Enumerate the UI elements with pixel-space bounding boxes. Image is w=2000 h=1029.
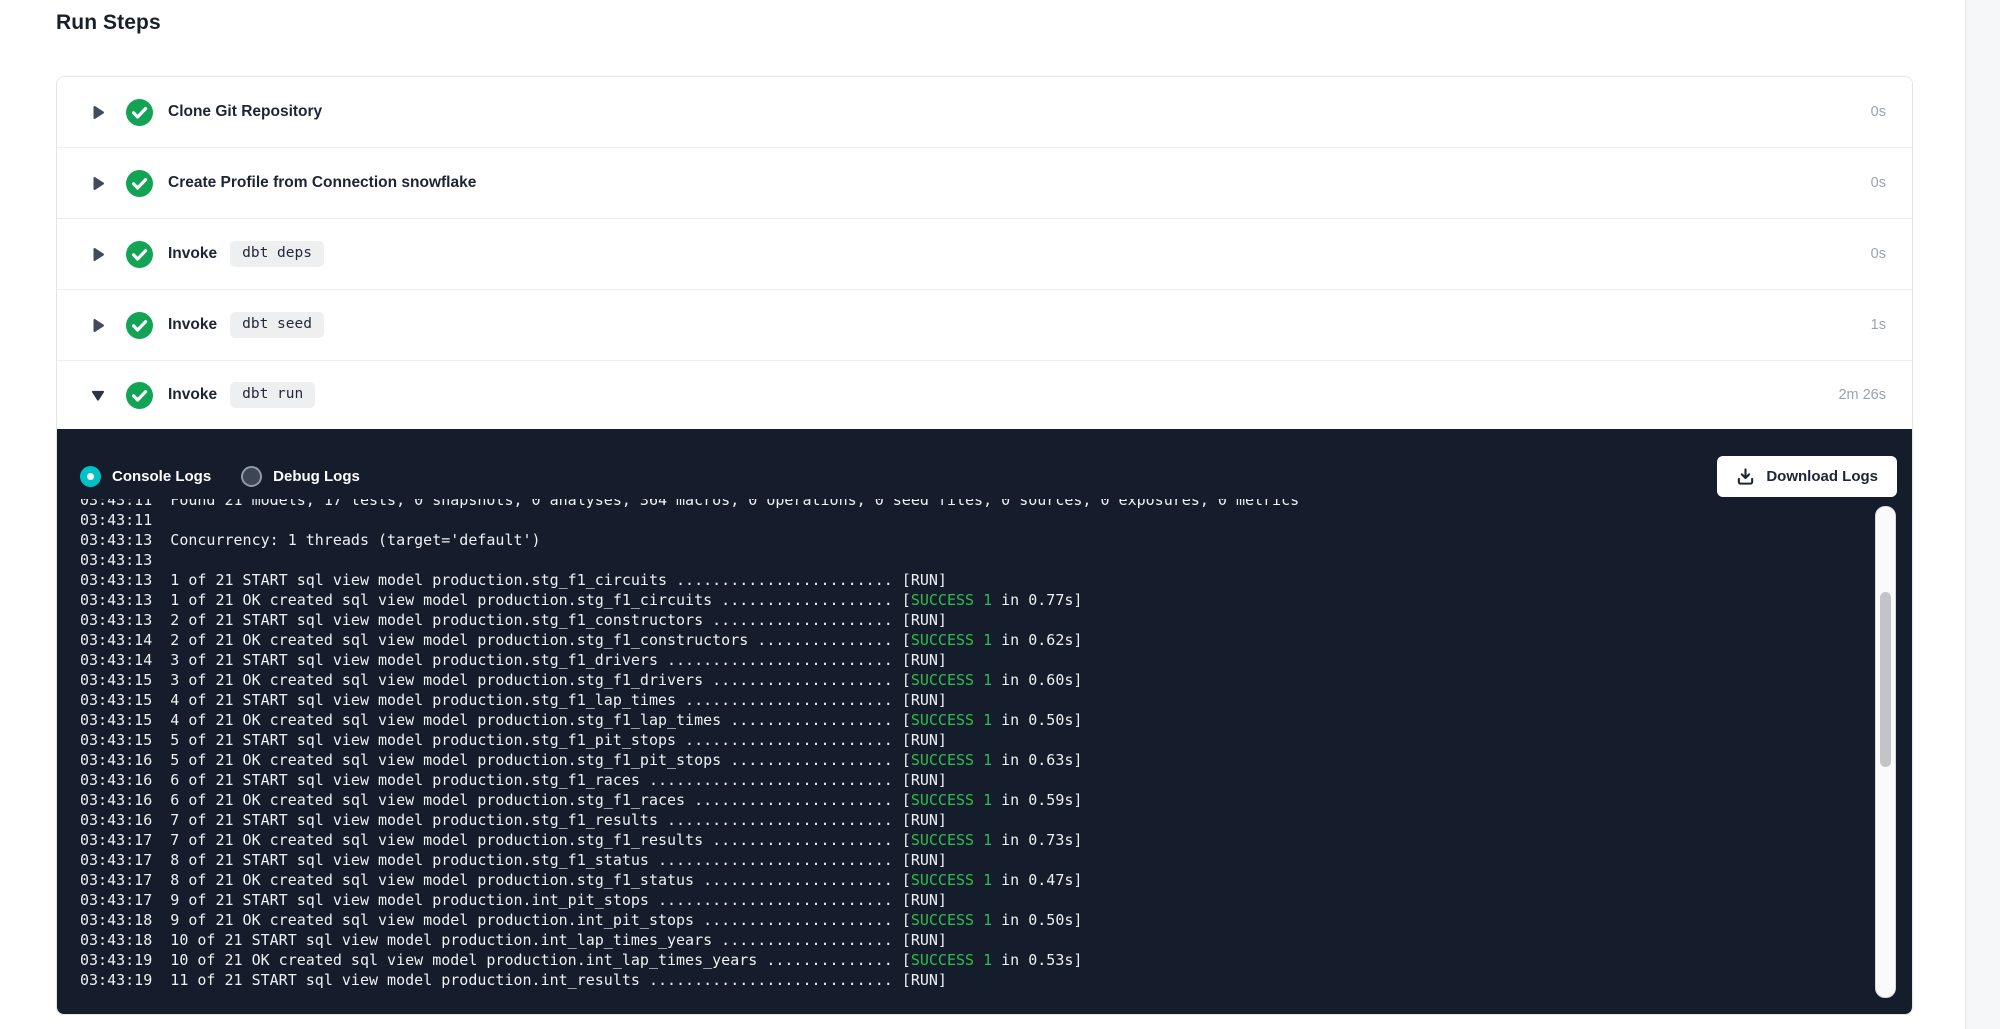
log-line: 03:43:13 1 of 21 START sql view model pr… (80, 570, 1872, 590)
log-line: 03:43:15 5 of 21 START sql view model pr… (80, 730, 1872, 750)
step-label: Clone Git Repository (168, 103, 322, 121)
chevron-right-icon[interactable] (91, 176, 105, 191)
log-line: 03:43:16 6 of 21 OK created sql view mod… (80, 790, 1872, 810)
log-line: 03:43:14 2 of 21 OK created sql view mod… (80, 630, 1872, 650)
chevron-right-icon[interactable] (91, 247, 105, 262)
log-line: 03:43:16 7 of 21 START sql view model pr… (80, 810, 1872, 830)
page-title: Run Steps (56, 11, 161, 35)
log-scrollbar-thumb[interactable] (1880, 592, 1891, 767)
step-row-invoke-dbt-seed[interactable]: Invoke dbt seed 1s (57, 290, 1912, 361)
log-line: 03:43:18 10 of 21 START sql view model p… (80, 930, 1872, 950)
log-line: 03:43:14 3 of 21 START sql view model pr… (80, 650, 1872, 670)
step-label: Invoke (168, 245, 217, 263)
console-log-panel: Console Logs Debug Logs Download Logs 03… (57, 429, 1912, 1015)
chevron-right-icon[interactable] (91, 318, 105, 333)
step-row-clone-git-repository[interactable]: Clone Git Repository 0s (57, 77, 1912, 148)
log-line: 03:43:15 4 of 21 START sql view model pr… (80, 690, 1872, 710)
radio-label: Debug Logs (273, 468, 360, 485)
log-line: 03:43:18 9 of 21 OK created sql view mod… (80, 910, 1872, 930)
log-line: 03:43:15 3 of 21 OK created sql view mod… (80, 670, 1872, 690)
step-label: Invoke (168, 316, 217, 334)
chevron-down-icon[interactable] (91, 389, 105, 402)
step-label: Invoke (168, 386, 217, 404)
step-duration: 1s (1871, 317, 1886, 333)
radio-label: Console Logs (112, 468, 211, 485)
log-toolbar: Console Logs Debug Logs Download Logs (57, 429, 1912, 499)
log-line: 03:43:13 2 of 21 START sql view model pr… (80, 610, 1872, 630)
radio-console-logs[interactable]: Console Logs (80, 466, 211, 487)
download-logs-button[interactable]: Download Logs (1717, 456, 1897, 497)
log-line: 03:43:17 8 of 21 OK created sql view mod… (80, 870, 1872, 890)
step-row-invoke-dbt-deps[interactable]: Invoke dbt deps 0s (57, 219, 1912, 290)
step-row-invoke-dbt-run[interactable]: Invoke dbt run 2m 26s (57, 361, 1912, 429)
step-duration: 0s (1871, 246, 1886, 262)
log-scrollbar-track[interactable] (1875, 506, 1896, 998)
radio-debug-logs[interactable]: Debug Logs (241, 466, 360, 487)
success-check-icon (126, 99, 153, 126)
command-badge: dbt seed (230, 312, 324, 338)
page-scroll-gutter (1965, 0, 2000, 1029)
log-line: 03:43:17 7 of 21 OK created sql view mod… (80, 830, 1872, 850)
log-line: 03:43:11 (80, 510, 1872, 530)
log-line: 03:43:16 6 of 21 START sql view model pr… (80, 770, 1872, 790)
radio-unselected-icon[interactable] (241, 466, 262, 487)
step-duration: 2m 26s (1838, 387, 1886, 403)
log-content: 03:43:11 Found 21 models, 17 tests, 0 sn… (80, 499, 1872, 990)
run-steps-card: Clone Git Repository 0s Create Profile f… (56, 76, 1913, 1015)
command-badge: dbt run (230, 382, 315, 408)
step-duration: 0s (1871, 104, 1886, 120)
log-line: 03:43:11 Found 21 models, 17 tests, 0 sn… (80, 499, 1872, 510)
success-check-icon (126, 170, 153, 197)
log-line: 03:43:13 (80, 550, 1872, 570)
log-line: 03:43:16 5 of 21 OK created sql view mod… (80, 750, 1872, 770)
command-badge: dbt deps (230, 241, 324, 267)
step-label: Create Profile from Connection snowflake (168, 174, 476, 192)
log-viewport[interactable]: 03:43:11 Found 21 models, 17 tests, 0 sn… (57, 499, 1872, 1004)
radio-selected-icon[interactable] (80, 466, 101, 487)
log-line: 03:43:17 8 of 21 START sql view model pr… (80, 850, 1872, 870)
download-icon (1736, 467, 1755, 486)
chevron-right-icon[interactable] (91, 105, 105, 120)
step-row-create-profile[interactable]: Create Profile from Connection snowflake… (57, 148, 1912, 219)
step-duration: 0s (1871, 175, 1886, 191)
log-line: 03:43:15 4 of 21 OK created sql view mod… (80, 710, 1872, 730)
log-line: 03:43:13 Concurrency: 1 threads (target=… (80, 530, 1872, 550)
log-line: 03:43:17 9 of 21 START sql view model pr… (80, 890, 1872, 910)
log-type-radio-group: Console Logs Debug Logs (80, 466, 360, 487)
download-button-label: Download Logs (1766, 468, 1878, 485)
log-line: 03:43:19 10 of 21 OK created sql view mo… (80, 950, 1872, 970)
success-check-icon (126, 312, 153, 339)
success-check-icon (126, 382, 153, 409)
success-check-icon (126, 241, 153, 268)
log-line: 03:43:13 1 of 21 OK created sql view mod… (80, 590, 1872, 610)
log-line: 03:43:19 11 of 21 START sql view model p… (80, 970, 1872, 990)
